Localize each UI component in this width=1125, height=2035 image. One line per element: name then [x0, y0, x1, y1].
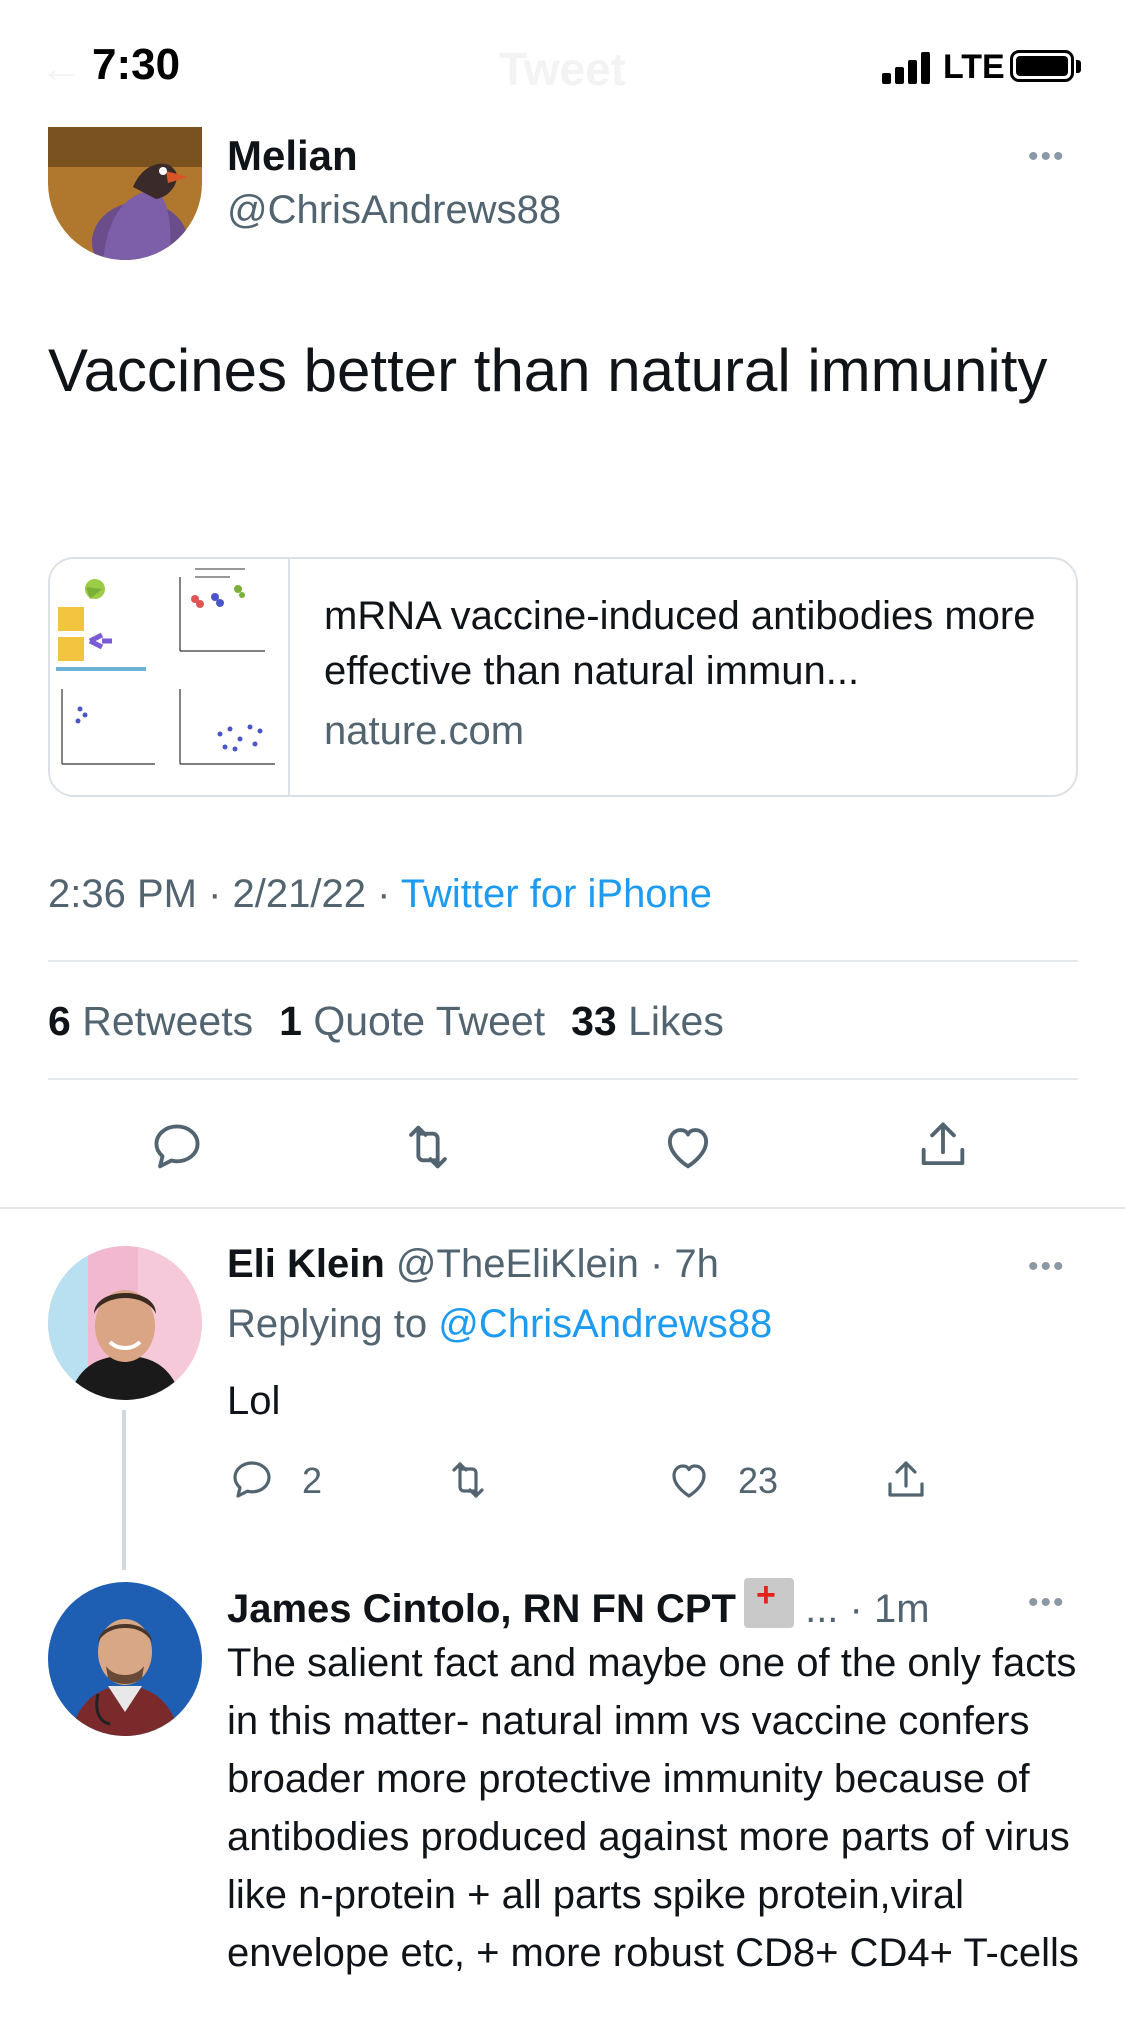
retweet-icon[interactable]	[442, 1456, 494, 1504]
reply-author[interactable]: Eli Klein @TheEliKlein · 7h	[227, 1242, 719, 1287]
likes-count: 33	[571, 998, 617, 1044]
reply-count: 2	[302, 1460, 323, 1501]
signal-icon	[882, 50, 934, 84]
divider	[0, 1207, 1125, 1209]
thread-line	[122, 1410, 126, 1570]
author-handle[interactable]: @ChrisAndrews88	[227, 188, 561, 233]
divider	[48, 1078, 1078, 1080]
likes-label: Likes	[628, 998, 724, 1044]
tweet-meta: 2:36 PM · 2/21/22 · Twitter for iPhone	[48, 872, 712, 917]
retweet-icon[interactable]	[397, 1118, 459, 1176]
replying-to: Replying to @ChrisAndrews88	[227, 1302, 772, 1347]
retweets-label: Retweets	[82, 998, 254, 1044]
reply-meta: ... · 1m	[805, 1587, 930, 1631]
status-bar: ← 7:30 Tweet LTE	[0, 0, 1125, 130]
hospital-emoji-icon	[743, 1576, 794, 1628]
divider	[48, 960, 1078, 962]
more-icon[interactable]: •••	[1028, 1586, 1066, 1620]
network-type: LTE	[943, 48, 1005, 86]
card-title: mRNA vaccine-induced antibodies more eff…	[324, 594, 1036, 693]
likes-stat[interactable]: 33 Likes	[571, 998, 724, 1044]
share-icon[interactable]	[882, 1454, 930, 1506]
reply-text: The salient fact and maybe one of the on…	[227, 1641, 1079, 1975]
more-icon[interactable]: •••	[1028, 140, 1066, 174]
author-name[interactable]: Melian	[227, 132, 358, 180]
author-avatar[interactable]	[48, 127, 202, 260]
battery-tip	[1076, 60, 1081, 73]
reply-meta: @TheEliKlein · 7h	[384, 1242, 719, 1286]
like-icon[interactable]	[664, 1456, 714, 1504]
replying-mention[interactable]: @ChrisAndrews88	[438, 1302, 772, 1346]
share-icon[interactable]	[914, 1114, 972, 1176]
retweets-stat[interactable]: 6 Retweets	[48, 998, 253, 1044]
reply-author[interactable]: James Cintolo, RN FN CPT ... · 1m	[227, 1576, 930, 1632]
replying-prefix: Replying to	[227, 1302, 439, 1346]
quotes-stat[interactable]: 1 Quote Tweet	[279, 998, 545, 1044]
tweet-text: Vaccines better than natural immunity	[48, 337, 1048, 404]
retweets-count: 6	[48, 998, 71, 1044]
quotes-label: Quote Tweet	[313, 998, 546, 1044]
like-count: 23	[738, 1460, 779, 1501]
link-card[interactable]: mRNA vaccine-induced antibodies more eff…	[48, 557, 1078, 797]
reply-name: Eli Klein	[227, 1242, 385, 1286]
card-thumbnail	[50, 559, 290, 795]
reply-text: Lol	[227, 1379, 281, 1423]
reply-icon[interactable]	[228, 1456, 276, 1504]
quotes-count: 1	[279, 998, 302, 1044]
tweet-timestamp: 2:36 PM · 2/21/22 ·	[48, 872, 401, 916]
more-icon[interactable]: •••	[1028, 1250, 1066, 1284]
reply-icon[interactable]	[148, 1118, 206, 1176]
tweet-source[interactable]: Twitter for iPhone	[401, 872, 712, 916]
reply-avatar[interactable]	[48, 1246, 202, 1400]
card-domain: nature.com	[324, 709, 525, 753]
tweet-stats: 6 Retweets 1 Quote Tweet 33 Likes	[48, 998, 724, 1045]
like-icon[interactable]	[658, 1118, 718, 1176]
battery-icon	[1010, 50, 1074, 82]
reply-avatar[interactable]	[48, 1582, 202, 1736]
reply-name: James Cintolo, RN FN CPT	[227, 1587, 736, 1631]
